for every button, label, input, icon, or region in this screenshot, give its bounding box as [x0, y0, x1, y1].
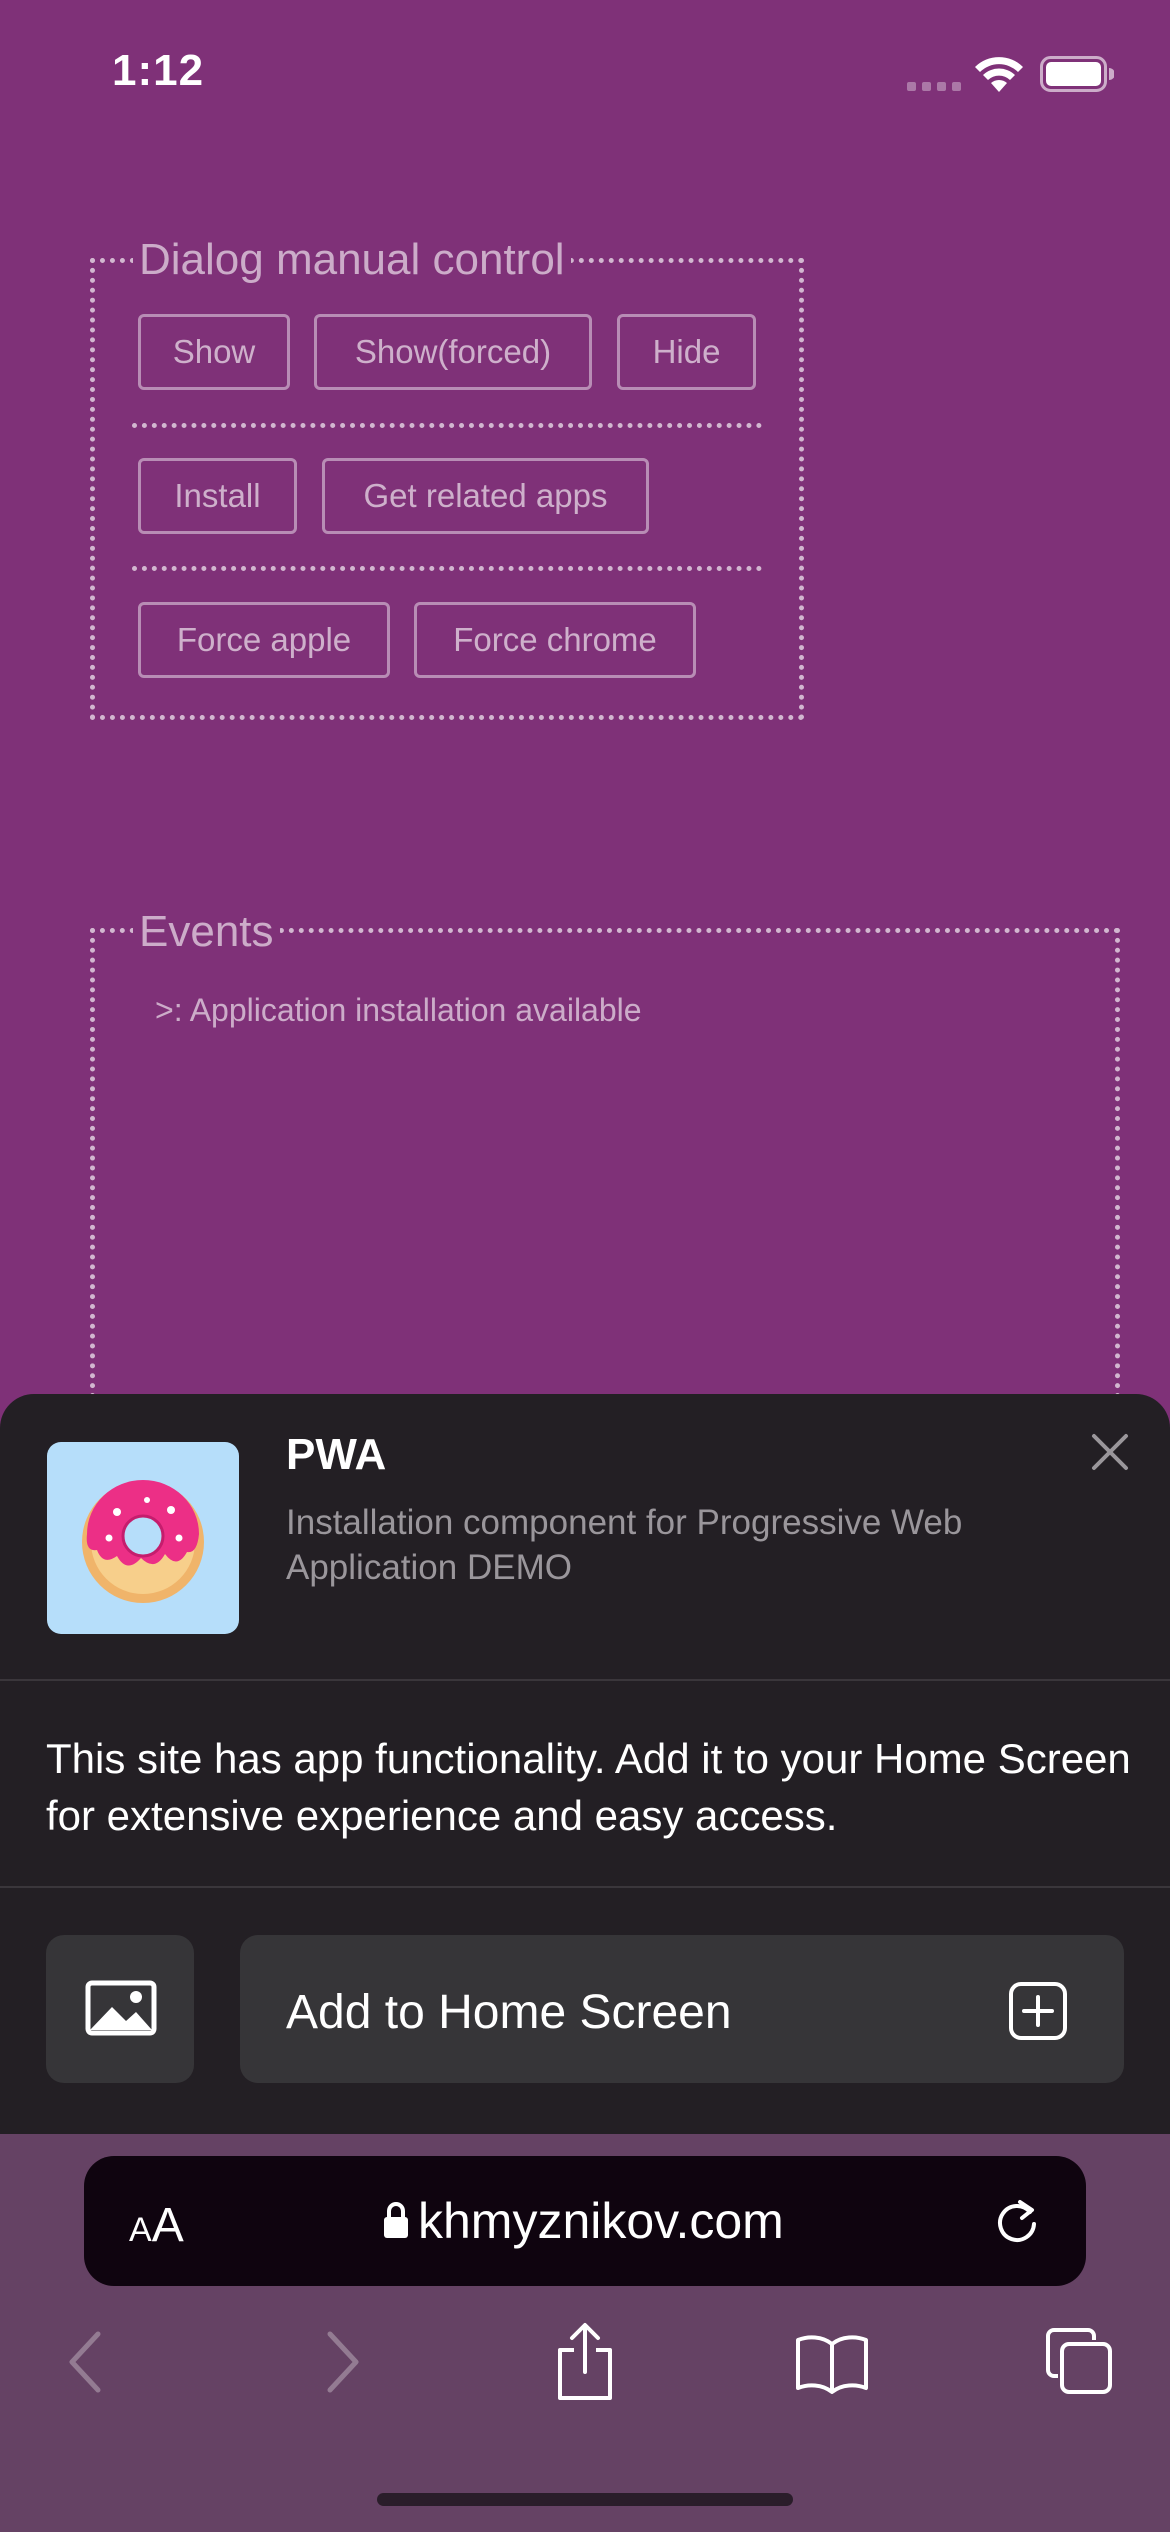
forward-icon[interactable] — [322, 2330, 362, 2394]
install-button[interactable]: Install — [138, 458, 297, 534]
lock-icon — [384, 2202, 408, 2238]
force-chrome-button[interactable]: Force chrome — [414, 602, 696, 678]
plus-square-icon — [1009, 1982, 1067, 2040]
home-indicator — [377, 2493, 793, 2506]
wifi-icon — [975, 57, 1023, 92]
app-icon — [47, 1442, 239, 1634]
show-forced-button[interactable]: Show(forced) — [314, 314, 592, 390]
cellular-signal-icon — [907, 82, 961, 91]
force-apple-button[interactable]: Force apple — [138, 602, 390, 678]
url-text: khmyznikov.com — [418, 2193, 784, 2249]
events-legend: Events — [133, 906, 280, 958]
install-message: This site has app functionality. Add it … — [46, 1735, 1131, 1839]
sheet-divider — [0, 1679, 1170, 1681]
donut-icon — [82, 1480, 204, 1603]
back-icon[interactable] — [66, 2330, 106, 2394]
share-icon[interactable] — [552, 2322, 618, 2402]
event-log-line: >: Application installation available — [155, 992, 642, 1028]
dialog-control-legend: Dialog manual control — [133, 234, 571, 286]
sheet-divider — [0, 1886, 1170, 1888]
add-to-home-screen-label: Add to Home Screen — [286, 1986, 732, 2039]
group-divider — [132, 423, 762, 428]
close-icon[interactable] — [1088, 1430, 1132, 1474]
app-description: Installation component for Progressive W… — [286, 1503, 963, 1587]
add-to-home-screen-button[interactable]: Add to Home Screen — [240, 1935, 1124, 2083]
tabs-icon[interactable] — [1044, 2326, 1116, 2398]
image-icon — [85, 1980, 157, 2036]
reload-icon[interactable] — [992, 2196, 1042, 2246]
url-bar[interactable]: AA khmyznikov.com — [84, 2156, 1086, 2286]
battery-icon — [1040, 56, 1114, 92]
screenshots-button[interactable] — [46, 1935, 194, 2083]
status-time: 1:12 — [112, 46, 205, 95]
group-divider — [132, 566, 762, 571]
get-related-apps-button[interactable]: Get related apps — [322, 458, 649, 534]
show-button[interactable]: Show — [138, 314, 290, 390]
hide-button[interactable]: Hide — [617, 314, 756, 390]
bookmarks-icon[interactable] — [794, 2330, 870, 2394]
text-size-button[interactable]: AA — [129, 2198, 184, 2253]
app-name: PWA — [286, 1430, 387, 1479]
